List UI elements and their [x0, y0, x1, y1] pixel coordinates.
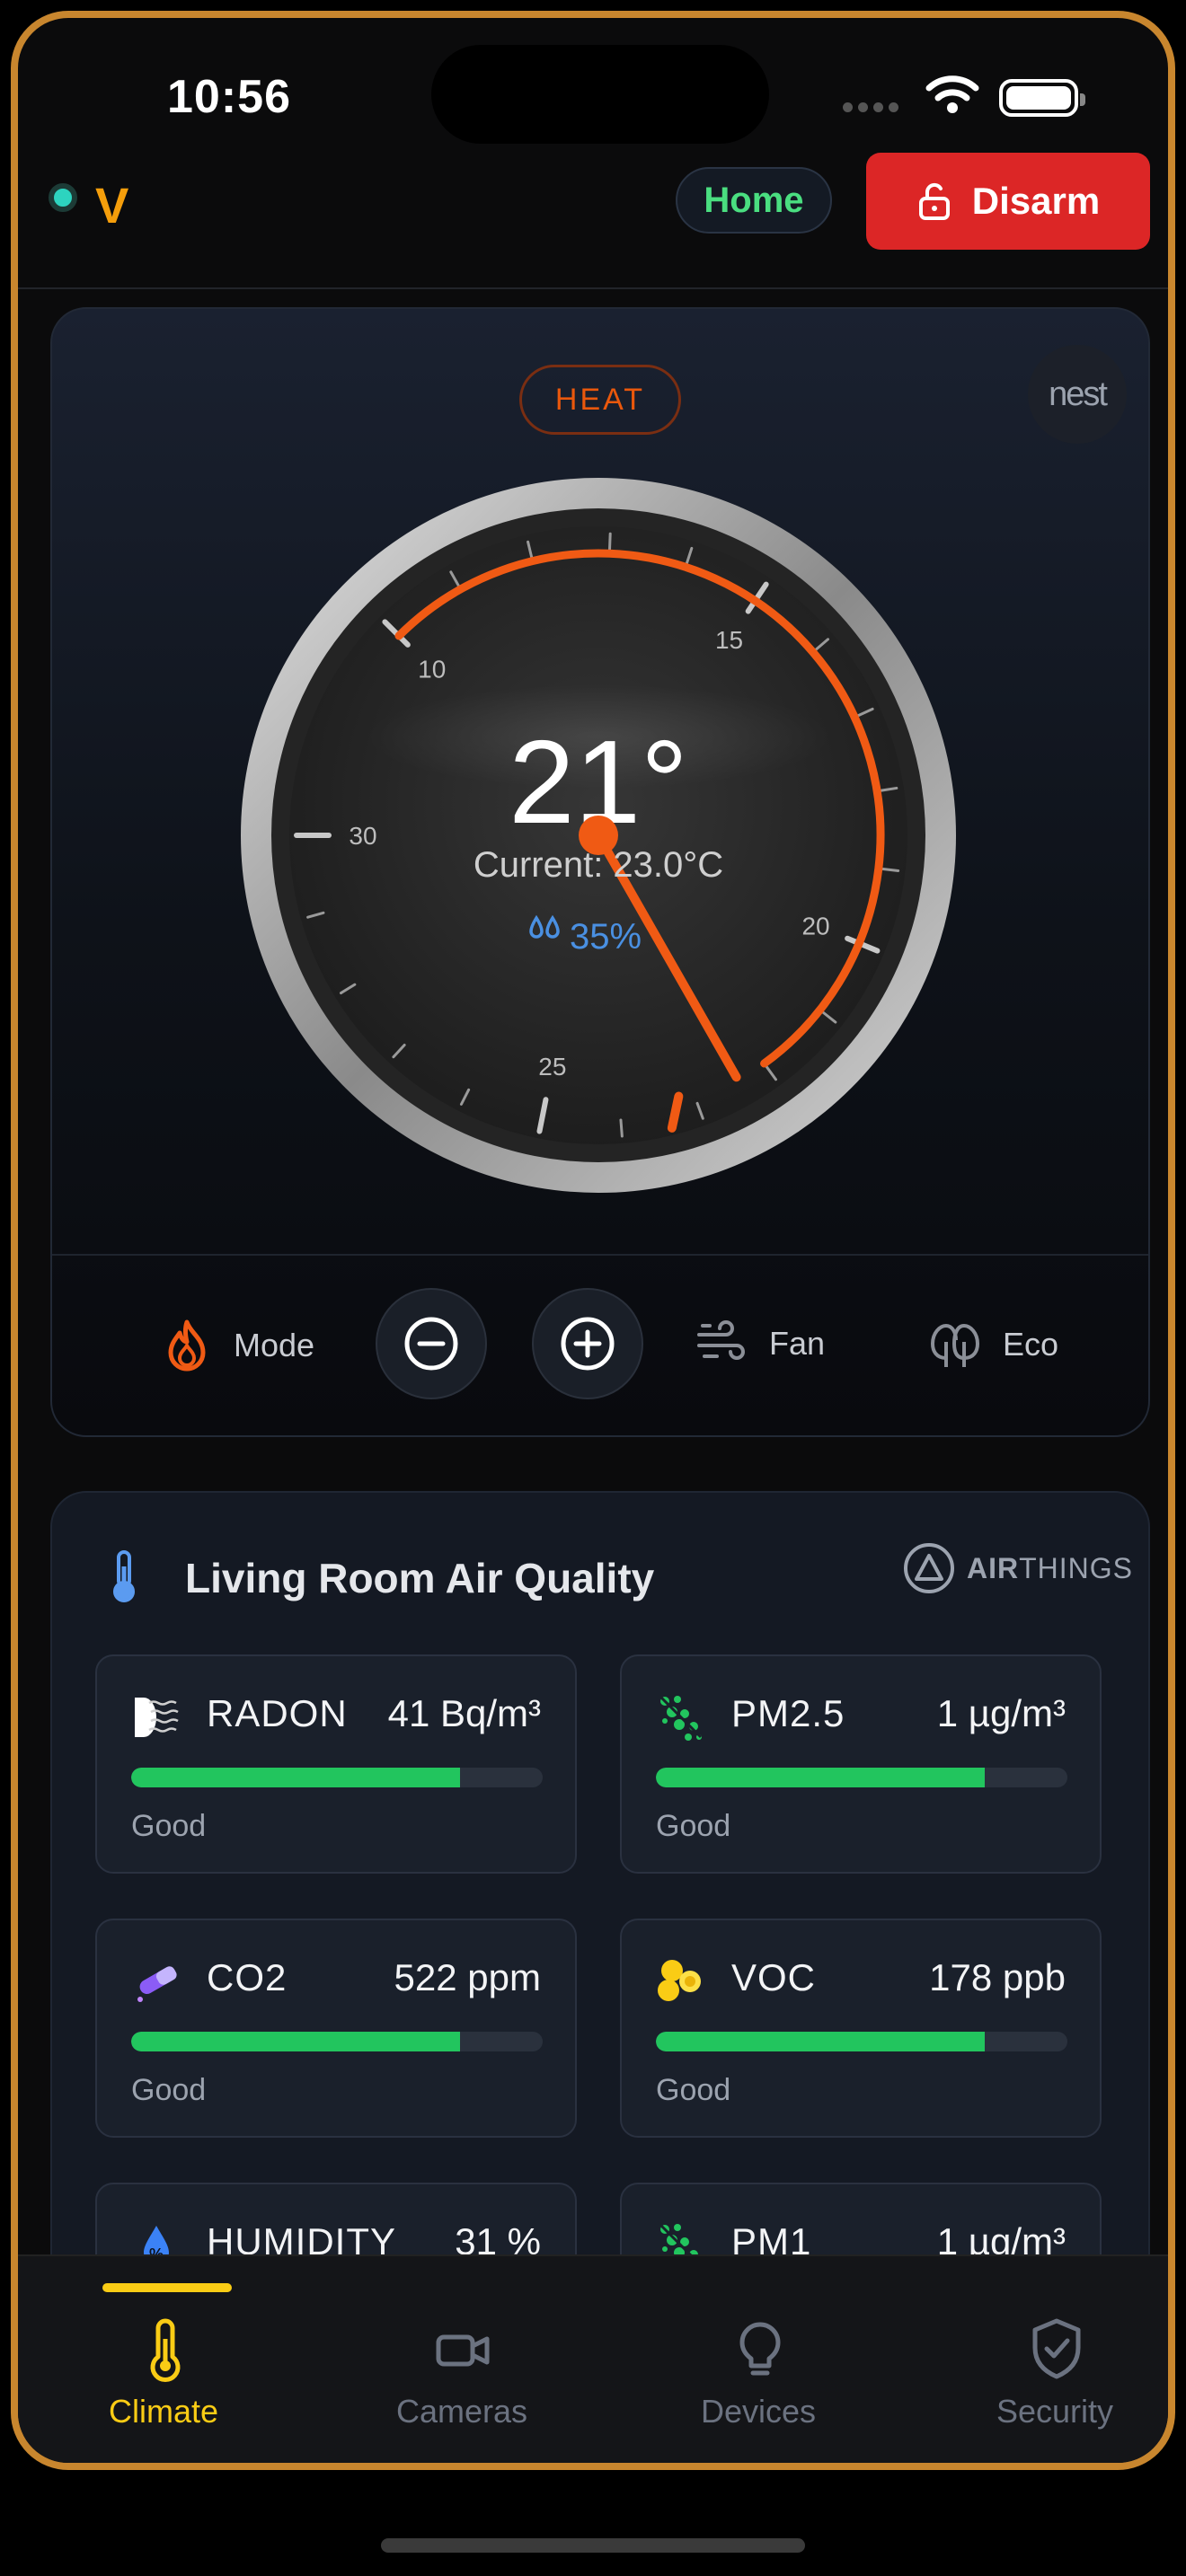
- dial-scale-label: 20: [801, 912, 829, 940]
- metric-level-fill: [656, 1768, 986, 1787]
- home-mode-button[interactable]: Home: [676, 167, 832, 234]
- mode-control[interactable]: Mode: [162, 1319, 314, 1372]
- particles-icon: [659, 1696, 703, 1741]
- metric-level-fill: [131, 1768, 461, 1787]
- disarm-label: Disarm: [971, 180, 1101, 222]
- metric-level-fill: [656, 2032, 986, 2051]
- fan-label: Fan: [769, 1325, 826, 1362]
- flame-icon: [168, 1319, 206, 1372]
- cellular-signal-icon: [843, 101, 906, 112]
- decrease-temp-button[interactable]: [376, 1288, 487, 1399]
- tab-label: Devices: [700, 2393, 817, 2430]
- app-logo: V: [95, 177, 129, 234]
- metric-value: 178 ppb: [929, 1956, 1066, 1998]
- thermometer-icon: [113, 1550, 135, 1602]
- metric-value: 522 ppm: [394, 1956, 541, 1998]
- active-tab-indicator: [102, 2283, 232, 2292]
- metric-pm25[interactable]: PM2.5 1 µg/m³ Good: [620, 1654, 1102, 1874]
- disarm-button[interactable]: Disarm: [866, 153, 1150, 250]
- metric-status: Good: [656, 1809, 731, 1843]
- metric-status: Good: [131, 2073, 207, 2107]
- app-screen: 10:56 V Home Disarm HEAT nest 10 15 20 2…: [11, 11, 1175, 2470]
- shield-check-icon: [1032, 2318, 1081, 2379]
- dial-tick: [881, 867, 900, 872]
- metric-value: 1 µg/m³: [936, 1692, 1066, 1734]
- metric-level-bar: [656, 1768, 1067, 1787]
- metric-name: CO2: [207, 1956, 288, 1998]
- metric-co2[interactable]: CO2 522 ppm Good: [95, 1919, 577, 2138]
- current-temperature: Current: 23.0°C: [474, 845, 723, 885]
- air-quality-card: Living Room Air Quality AIRTHINGS RADON …: [50, 1491, 1150, 2299]
- lightbulb-icon: [739, 2322, 781, 2376]
- thermometer-icon: [150, 2318, 181, 2382]
- metric-status: Good: [656, 2073, 731, 2107]
- dial-tick: [619, 1118, 624, 1138]
- tab-label: Cameras: [395, 2393, 528, 2430]
- tab-devices[interactable]: Devices: [624, 2256, 893, 2436]
- home-indicator: [381, 2538, 805, 2553]
- increase-temp-button[interactable]: [532, 1288, 643, 1399]
- eco-trees-icon: [931, 1324, 979, 1367]
- dynamic-island: [431, 45, 769, 144]
- test-tube-icon: [137, 1966, 177, 2002]
- unlock-icon: [918, 182, 950, 220]
- heat-mode-badge: HEAT: [519, 365, 681, 435]
- metric-name: VOC: [731, 1956, 817, 1998]
- dial-scale-label: 15: [715, 626, 743, 654]
- humidity-value: 35%: [570, 917, 642, 957]
- thermostat-dial[interactable]: 1015202530 21° Current: 23.0°C 35%: [239, 476, 958, 1195]
- eco-label: Eco: [1003, 1326, 1059, 1363]
- airthings-brand-light: THINGS: [1019, 1551, 1133, 1584]
- airthings-brand-bold: AIR: [967, 1551, 1020, 1584]
- metric-status: Good: [131, 1809, 207, 1843]
- header-divider: [18, 287, 1168, 289]
- fan-wind-icon: [697, 1320, 745, 1360]
- dial-scale-label: 10: [418, 656, 446, 684]
- nest-logo: nest: [1028, 345, 1127, 444]
- metric-level-fill: [131, 2032, 461, 2051]
- airthings-logo-icon: [904, 1543, 954, 1593]
- tab-climate[interactable]: Climate: [29, 2256, 298, 2436]
- thermostat-card: HEAT nest 10 15 20 25 30 21° Current: 23…: [50, 307, 1150, 1437]
- battery-icon: [999, 79, 1085, 117]
- dial-tick: [607, 532, 612, 551]
- airthings-logo: AIRTHINGS: [902, 1541, 1133, 1595]
- tab-security[interactable]: Security: [920, 2256, 1168, 2436]
- radon-icon: [135, 1698, 179, 1737]
- metric-level-bar: [656, 2032, 1067, 2051]
- metric-voc[interactable]: VOC 178 ppb Good: [620, 1919, 1102, 2138]
- metric-name: PM2.5: [731, 1692, 845, 1734]
- tab-label: Security: [996, 2393, 1114, 2430]
- metric-name: RADON: [207, 1692, 348, 1734]
- tab-label: Climate: [108, 2393, 219, 2430]
- dial-scale-label: 30: [349, 822, 376, 850]
- metric-level-bar: [131, 2032, 543, 2051]
- dial-scale-label: 25: [538, 1053, 566, 1081]
- mode-label: Mode: [234, 1327, 315, 1363]
- air-quality-title: Living Room Air Quality: [185, 1555, 655, 1601]
- metric-level-bar: [131, 1768, 543, 1787]
- status-time: 10:56: [167, 71, 291, 123]
- molecule-icon: [658, 1960, 701, 2001]
- bottom-tab-bar: Climate Cameras Devices Security: [18, 2254, 1168, 2463]
- connection-status-dot: [49, 183, 77, 212]
- minus-circle-icon: [404, 1317, 458, 1371]
- metric-value: 41 Bq/m³: [387, 1692, 541, 1734]
- wifi-icon: [925, 75, 979, 113]
- fan-control[interactable]: Fan: [695, 1320, 825, 1367]
- tab-cameras[interactable]: Cameras: [327, 2256, 597, 2436]
- thermostat-controls: Mode Fan Eco: [52, 1256, 1148, 1435]
- camera-icon: [436, 2334, 490, 2367]
- metric-radon[interactable]: RADON 41 Bq/m³ Good: [95, 1654, 577, 1874]
- plus-circle-icon: [561, 1317, 615, 1371]
- eco-control[interactable]: Eco: [929, 1319, 1058, 1371]
